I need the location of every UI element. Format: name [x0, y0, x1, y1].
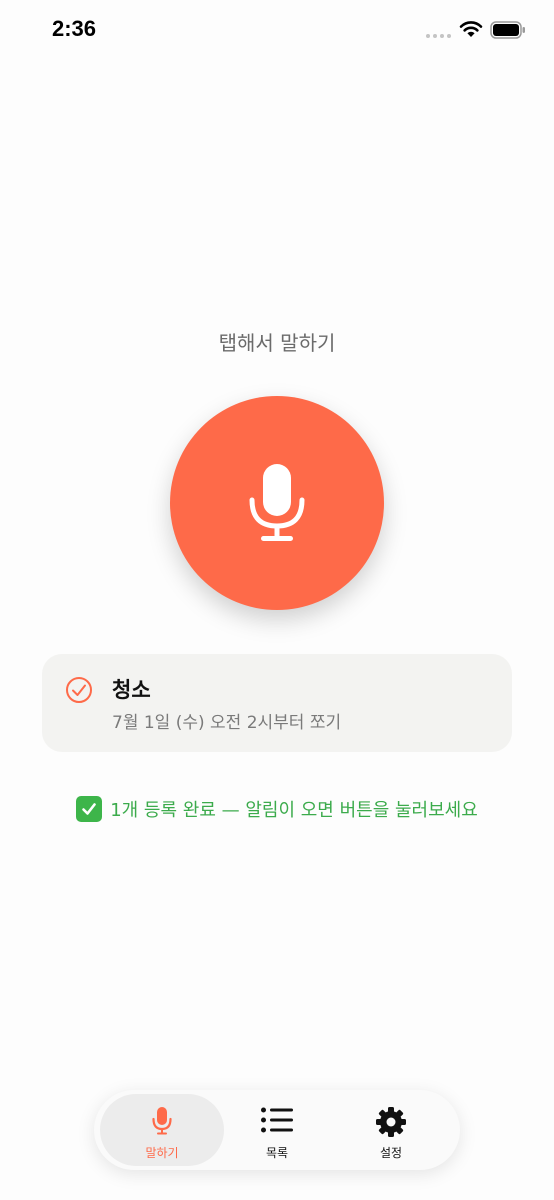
list-icon — [261, 1107, 293, 1133]
tab-label: 말하기 — [145, 1146, 179, 1160]
status-time: 2:36 — [52, 16, 97, 41]
wifi-icon — [459, 21, 483, 37]
microphone-icon — [152, 1107, 172, 1135]
prompt-label: 탭해서 말하기 — [218, 331, 336, 355]
tab-settings[interactable]: 설정 — [332, 1094, 450, 1166]
reminder-card[interactable]: 청소 7월 1일 (수) 오전 2시부터 쪼기 — [42, 654, 512, 752]
microphone-icon — [249, 464, 305, 541]
tab-speak[interactable]: 말하기 — [100, 1094, 224, 1166]
check-circle-icon — [66, 677, 92, 703]
status-bar: 2:36 — [0, 0, 554, 60]
record-button[interactable] — [170, 396, 384, 610]
reminder-title: 청소 — [112, 678, 151, 702]
checkmark-icon — [76, 796, 103, 822]
battery-icon — [490, 21, 525, 39]
status-message: 1개 등록 완료 — 알림이 오면 버튼을 눌러보세요 — [0, 796, 554, 822]
gear-icon — [376, 1107, 406, 1137]
reminder-subtitle: 7월 1일 (수) 오전 2시부터 쪼기 — [112, 713, 342, 733]
status-message-text: 1개 등록 완료 — 알림이 오면 버튼을 눌러보세요 — [110, 800, 478, 821]
tab-label: 설정 — [379, 1146, 403, 1160]
tab-list[interactable]: 목록 — [218, 1094, 336, 1166]
tab-bar: 말하기 목록 설정 — [94, 1090, 460, 1170]
signal-icon — [426, 34, 451, 38]
screen: 2:36 탭해서 말하기 청소 7월 1일 (수) 오전 2시부터 쪼기 1개 … — [0, 0, 554, 1200]
tab-label: 목록 — [265, 1146, 289, 1160]
